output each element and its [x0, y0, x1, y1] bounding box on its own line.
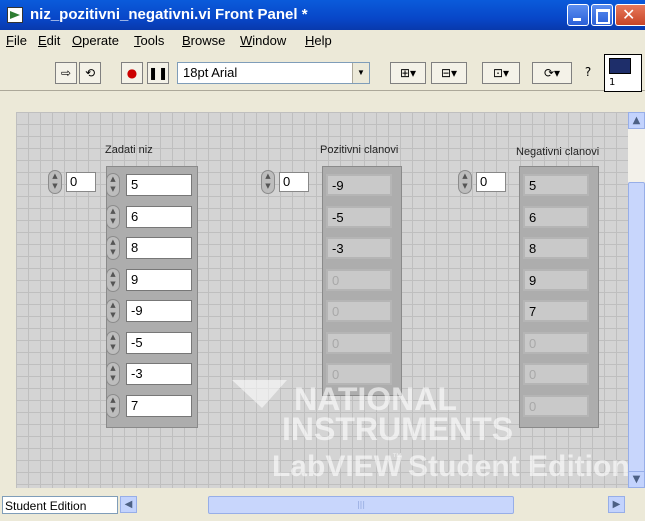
title-bar: niz_pozitivni_negativni.vi Front Panel * [0, 0, 645, 30]
array-element-zadati[interactable]: -9 [126, 300, 192, 322]
element-spinner-icon[interactable]: ▲ ▼ [106, 205, 120, 229]
index-display-pozitivni[interactable]: ▲ ▼ 0 [261, 170, 311, 194]
student-edition-label: Student Edition [2, 496, 118, 514]
vertical-scroll-thumb[interactable] [628, 182, 645, 482]
array-element-pozitivni: 0 [326, 269, 392, 291]
menu-tools[interactable]: Tools [134, 33, 164, 48]
font-selector-value: 18pt Arial [183, 65, 238, 80]
array-element-negativni: 9 [523, 269, 589, 291]
array-label-negativni-clanovi: Negativni clanovi [516, 146, 600, 158]
abort-icon[interactable]: ● [121, 62, 143, 84]
connector-pane-icon[interactable]: 1 [604, 54, 642, 92]
ni-logo-watermark: NATIONAL INSTRUMENTS LabVIEW ™ Student E… [232, 380, 630, 483]
array-element-pozitivni: 0 [326, 332, 392, 354]
array-element-pozitivni: 0 [326, 300, 392, 322]
element-spinner-icon[interactable]: ▲ ▼ [106, 173, 120, 197]
array-element-pozitivni: -9 [326, 174, 392, 196]
vi-monitor-icon [609, 58, 631, 74]
menu-window[interactable]: Window [240, 33, 286, 48]
scroll-down-icon[interactable]: ▼ [628, 471, 645, 488]
element-spinner-icon[interactable]: ▲ ▼ [106, 362, 120, 386]
element-spinner-icon[interactable]: ▲ ▼ [106, 268, 120, 292]
window-title: niz_pozitivni_negativni.vi Front Panel * [30, 6, 308, 23]
index-value[interactable]: 0 [66, 172, 96, 192]
array-element-negativni: 0 [523, 332, 589, 354]
index-spinner-icon[interactable]: ▲ ▼ [261, 170, 275, 194]
resize-objects-icon[interactable]: ⊡▾ [482, 62, 520, 84]
help-icon[interactable]: ? [578, 62, 598, 84]
close-button[interactable] [615, 4, 645, 26]
toolbar: ⇨ ⟲ ● ❚❚ 18pt Arial ▼ ⊞▾ ⊟▾ ⊡▾ ⟳▾ ? [0, 52, 645, 91]
vertical-scrollbar[interactable]: ▲ ▼ [628, 112, 645, 488]
font-selector[interactable]: 18pt Arial ▼ [177, 62, 370, 84]
distribute-objects-icon[interactable]: ⊟▾ [431, 62, 467, 84]
array-label-zadati-niz: Zadati niz [105, 144, 153, 156]
horizontal-scroll-thumb[interactable]: ||| [208, 496, 514, 514]
array-element-zadati[interactable]: 9 [126, 269, 192, 291]
array-element-negativni: 5 [523, 174, 589, 196]
scroll-right-icon[interactable]: ▶ [608, 496, 625, 513]
menu-help[interactable]: Help [305, 33, 332, 48]
horizontal-scrollbar[interactable]: Student Edition ◀ ||| ▶ [0, 488, 645, 521]
element-spinner-icon[interactable]: ▲ ▼ [106, 394, 120, 418]
index-display-zadati-niz[interactable]: ▲ ▼ 0 [48, 170, 98, 194]
array-element-pozitivni: -5 [326, 206, 392, 228]
array-element-zadati[interactable]: 5 [126, 174, 192, 196]
pause-icon[interactable]: ❚❚ [147, 62, 169, 84]
watermark-line4: Student Edition [408, 450, 630, 483]
watermark-tm: ™ [392, 452, 402, 463]
array-element-pozitivni: -3 [326, 237, 392, 259]
array-element-negativni: 7 [523, 300, 589, 322]
labview-student-watermark: NATIONAL INSTRUMENTS LabVIEW ™ Student E… [232, 380, 632, 494]
align-objects-icon[interactable]: ⊞▾ [390, 62, 426, 84]
menu-operate[interactable]: Operate [72, 33, 119, 48]
minimize-button[interactable] [567, 4, 589, 26]
index-value[interactable]: 0 [279, 172, 309, 192]
element-spinner-icon[interactable]: ▲ ▼ [106, 236, 120, 260]
element-spinner-icon[interactable]: ▲ ▼ [106, 299, 120, 323]
array-element-negativni: 8 [523, 237, 589, 259]
array-element-zadati[interactable]: 8 [126, 237, 192, 259]
index-value[interactable]: 0 [476, 172, 506, 192]
vi-icon [7, 7, 23, 23]
index-spinner-icon[interactable]: ▲ ▼ [458, 170, 472, 194]
array-label-pozitivni-clanovi: Pozitivni clanovi [320, 144, 399, 156]
index-spinner-icon[interactable]: ▲ ▼ [48, 170, 62, 194]
array-element-zadati[interactable]: 6 [126, 206, 192, 228]
run-continuously-icon[interactable]: ⟲ [79, 62, 101, 84]
reorder-icon[interactable]: ⟳▾ [532, 62, 572, 84]
menu-file[interactable]: File [6, 33, 27, 48]
watermark-line2: INSTRUMENTS [282, 411, 513, 447]
menu-bar: File Edit Operate Tools Browse Window He… [0, 30, 645, 52]
scroll-left-icon[interactable]: ◀ [120, 496, 137, 513]
menu-browse[interactable]: Browse [182, 33, 225, 48]
menu-edit[interactable]: Edit [38, 33, 60, 48]
scroll-up-icon[interactable]: ▲ [628, 112, 645, 129]
watermark-line3: LabVIEW [272, 450, 403, 483]
maximize-button[interactable] [591, 4, 613, 26]
run-arrow-icon[interactable]: ⇨ [55, 62, 77, 84]
array-element-negativni: 6 [523, 206, 589, 228]
array-element-zadati[interactable]: -5 [126, 332, 192, 354]
array-element-zadati[interactable]: -3 [126, 363, 192, 385]
index-display-negativni[interactable]: ▲ ▼ 0 [458, 170, 508, 194]
element-spinner-icon[interactable]: ▲ ▼ [106, 331, 120, 355]
connector-number: 1 [609, 77, 616, 88]
array-element-zadati[interactable]: 7 [126, 395, 192, 417]
chevron-down-icon: ▼ [352, 63, 369, 83]
